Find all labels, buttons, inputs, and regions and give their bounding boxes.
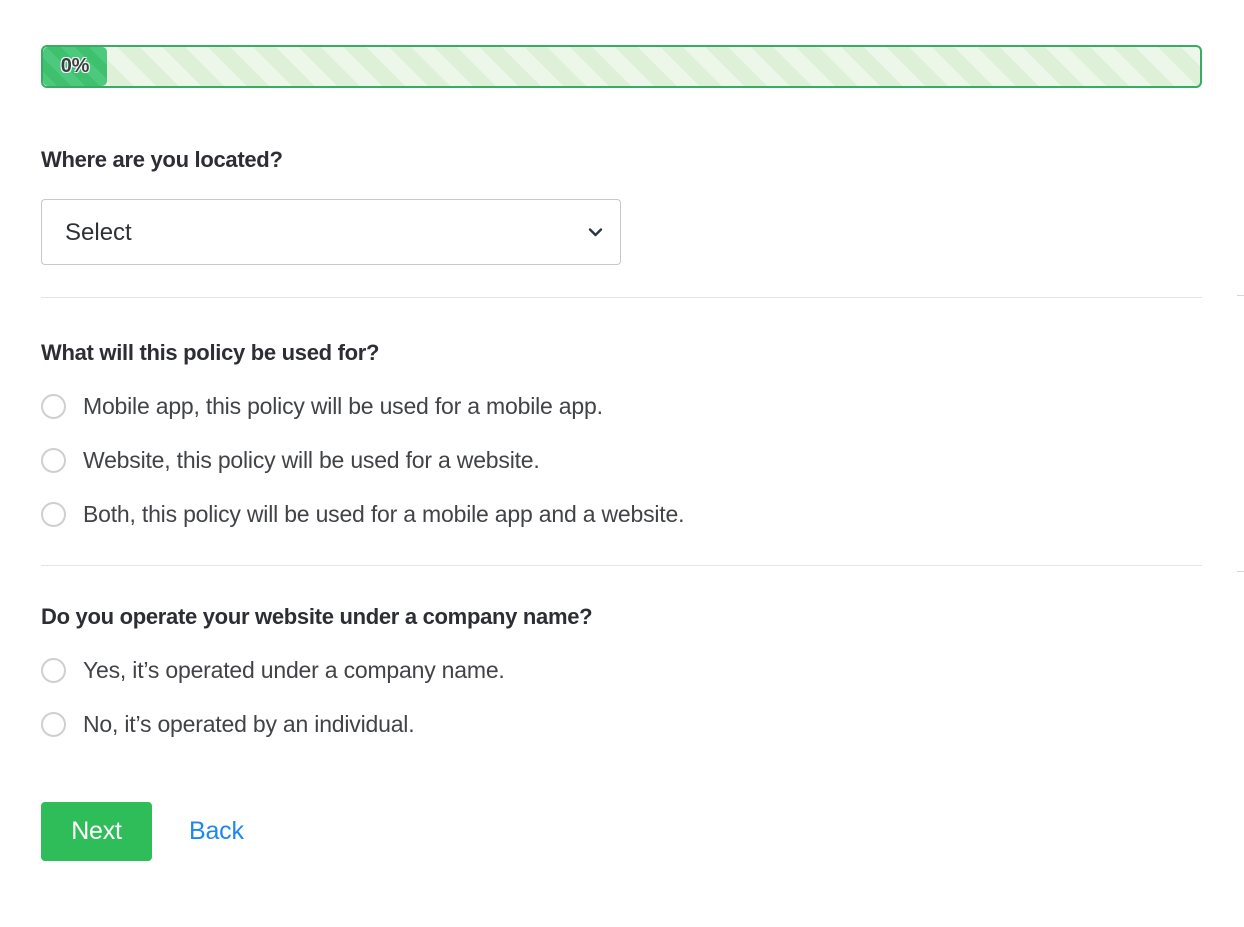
radio-option-label: Mobile app, this policy will be used for…: [83, 393, 603, 420]
radio-button[interactable]: [41, 658, 66, 683]
section-divider-1: [41, 297, 1202, 298]
radio-option-website[interactable]: Website, this policy will be used for a …: [41, 447, 1244, 474]
radio-button[interactable]: [41, 394, 66, 419]
next-button[interactable]: Next: [41, 802, 152, 861]
radio-button[interactable]: [41, 712, 66, 737]
radio-button[interactable]: [41, 448, 66, 473]
question-location-title: Where are you located?: [41, 147, 1244, 173]
radio-button[interactable]: [41, 502, 66, 527]
location-select[interactable]: Select: [41, 199, 621, 265]
radio-option-label: Both, this policy will be used for a mob…: [83, 501, 684, 528]
policy-wizard-page: 0% Where are you located? Select What wi…: [0, 0, 1244, 861]
radio-option-mobile-app[interactable]: Mobile app, this policy will be used for…: [41, 393, 1244, 420]
radio-option-yes-company[interactable]: Yes, it’s operated under a company name.: [41, 657, 1244, 684]
progress-bar-track: 0%: [41, 45, 1202, 88]
adjacent-divider-fragment-1: [1237, 295, 1244, 296]
progress-bar-fill: 0%: [43, 47, 107, 86]
question-company-name-title: Do you operate your website under a comp…: [41, 604, 1244, 630]
wizard-actions: Next Back: [41, 802, 1244, 861]
radio-option-label: Yes, it’s operated under a company name.: [83, 657, 505, 684]
company-name-radio-group: Yes, it’s operated under a company name.…: [41, 657, 1244, 738]
progress-percent-label: 0%: [61, 55, 90, 78]
radio-option-no-individual[interactable]: No, it’s operated by an individual.: [41, 711, 1244, 738]
question-policy-use-title: What will this policy be used for?: [41, 340, 1244, 366]
radio-option-label: Website, this policy will be used for a …: [83, 447, 540, 474]
policy-use-radio-group: Mobile app, this policy will be used for…: [41, 393, 1244, 528]
section-divider-2: [41, 565, 1202, 566]
radio-option-label: No, it’s operated by an individual.: [83, 711, 414, 738]
adjacent-divider-fragment-2: [1237, 571, 1244, 572]
location-select-wrapper: Select: [41, 199, 621, 265]
back-link[interactable]: Back: [189, 817, 244, 846]
radio-option-both[interactable]: Both, this policy will be used for a mob…: [41, 501, 1244, 528]
